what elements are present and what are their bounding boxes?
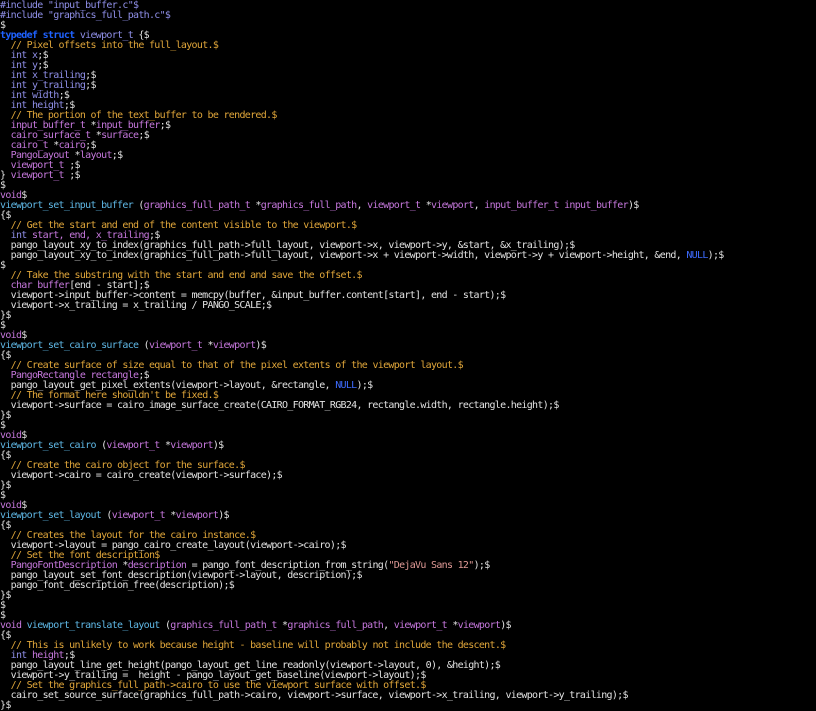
code-line[interactable]: cairo_surface_t *surface;$	[0, 131, 816, 141]
code-line[interactable]: }$	[0, 311, 816, 321]
code-token: "DejaVu Sans 12"	[388, 560, 474, 571]
code-token: cairo_set_source_surface(graphics_full_p…	[0, 690, 629, 701]
code-token: ;$	[111, 150, 123, 161]
code-line[interactable]: }$	[0, 481, 816, 491]
code-line[interactable]: viewport->x_trailing = x_trailing / PANG…	[0, 301, 816, 311]
code-line[interactable]: viewport->cairo = cairo_create(viewport-…	[0, 471, 816, 481]
code-token: ;$	[69, 170, 80, 181]
code-line[interactable]: $	[0, 601, 816, 611]
code-line[interactable]: viewport_set_input_buffer (graphics_full…	[0, 201, 816, 211]
code-token: )$	[212, 440, 224, 451]
code-token: NULL	[335, 380, 357, 391]
code-line[interactable]: int width;$	[0, 91, 816, 101]
code-token: // This is unlikely to work because heig…	[10, 640, 507, 651]
code-token: graphics_full_path_t	[143, 200, 256, 211]
code-token: ,	[383, 620, 394, 631]
code-line[interactable]: void viewport_translate_layout (graphics…	[0, 621, 816, 631]
code-editor[interactable]: #include "input_buffer.c"$ #include "grap…	[0, 0, 816, 711]
code-token: viewport_t	[367, 200, 426, 211]
code-token: viewport	[431, 200, 474, 211]
code-line[interactable]: }$	[0, 591, 816, 601]
code-line[interactable]: $	[0, 421, 816, 431]
code-line[interactable]: pango_layout_xy_to_index(graphics_full_p…	[0, 251, 816, 261]
code-token: graphics_full_path	[260, 200, 357, 211]
code-token: )$	[255, 340, 267, 351]
code-token: );$	[356, 380, 374, 391]
code-token: graphics_full_path	[287, 620, 384, 631]
code-token: viewport_t	[148, 340, 208, 351]
code-token: pango_font_description_free(description)…	[0, 580, 235, 591]
code-token: )$	[218, 510, 229, 521]
code-line[interactable]: $	[0, 491, 816, 501]
code-token: viewport_set_layout	[0, 510, 107, 521]
code-line[interactable]: viewport_set_cairo (viewport_t *viewport…	[0, 441, 816, 451]
code-line[interactable]: cairo_set_source_surface(graphics_full_p…	[0, 691, 816, 701]
code-token: NULL	[686, 250, 708, 261]
code-token: viewport_set_cairo	[0, 440, 102, 451]
code-line[interactable]: // Pixel offsets into the full_layout.$	[0, 41, 816, 51]
code-line[interactable]: int x_trailing;$	[0, 71, 816, 81]
code-line[interactable]: int y_trailing;$	[0, 81, 816, 91]
code-line[interactable]: viewport_set_layout (viewport_t *viewpor…	[0, 511, 816, 521]
code-line[interactable]: $	[0, 181, 816, 191]
code-line[interactable]: #include "graphics_full_path.c"$	[0, 11, 816, 21]
code-line[interactable]: pango_font_description_free(description)…	[0, 581, 816, 591]
code-token: viewport	[212, 340, 256, 351]
code-token: layout	[79, 150, 113, 161]
code-token: )$	[627, 200, 639, 211]
code-token: viewport_set_cairo_surface	[0, 340, 144, 351]
code-token: surface	[101, 130, 139, 141]
code-token: ,	[356, 200, 368, 211]
code-line[interactable]: $	[0, 321, 816, 331]
code-token: viewport	[175, 510, 219, 521]
code-line[interactable]: } viewport_t ;$	[0, 171, 816, 181]
code-token: #include "graphics_full_path.c"$	[0, 10, 171, 21]
code-token: input_buffer	[564, 200, 629, 211]
code-token: ,	[473, 200, 485, 211]
code-token: );$	[473, 560, 491, 571]
code-token: )$	[500, 620, 511, 631]
code-line[interactable]: viewport->surface = cairo_image_surface_…	[0, 401, 816, 411]
code-line[interactable]: }$	[0, 411, 816, 421]
code-token: viewport_set_input_buffer	[0, 200, 139, 211]
code-token: viewport->cairo = cairo_create(viewport-…	[0, 470, 283, 481]
code-line[interactable]: int y;$	[0, 61, 816, 71]
code-token: viewport_t	[111, 510, 171, 521]
code-line[interactable]: viewport_set_cairo_surface (viewport_t *…	[0, 341, 816, 351]
code-line[interactable]: int x;$	[0, 51, 816, 61]
code-token: viewport_t	[10, 170, 70, 181]
code-line[interactable]: PangoLayout *layout;$	[0, 151, 816, 161]
code-token: }$	[0, 700, 11, 711]
code-token: graphics_full_path_t	[170, 620, 283, 631]
code-line[interactable]: viewport_t ;$	[0, 161, 816, 171]
code-token: viewport->surface = cairo_image_surface_…	[0, 400, 560, 411]
code-token: );$	[707, 250, 725, 261]
code-token: viewport_t	[393, 620, 453, 631]
code-token: viewport->x_trailing = x_trailing / PANG…	[0, 300, 272, 311]
code-token: viewport	[457, 620, 501, 631]
code-token: input_buffer_t	[484, 200, 565, 211]
code-token: ;$	[159, 120, 171, 131]
code-token: viewport_translate_layout	[26, 620, 165, 631]
code-token: viewport	[170, 440, 213, 451]
code-token: ;$	[138, 130, 150, 141]
code-token: viewport_t	[106, 440, 165, 451]
code-token: ;$	[85, 80, 96, 91]
code-line[interactable]: // This is unlikely to work because heig…	[0, 641, 816, 651]
code-token: pango_layout_xy_to_index(graphics_full_p…	[0, 250, 687, 261]
